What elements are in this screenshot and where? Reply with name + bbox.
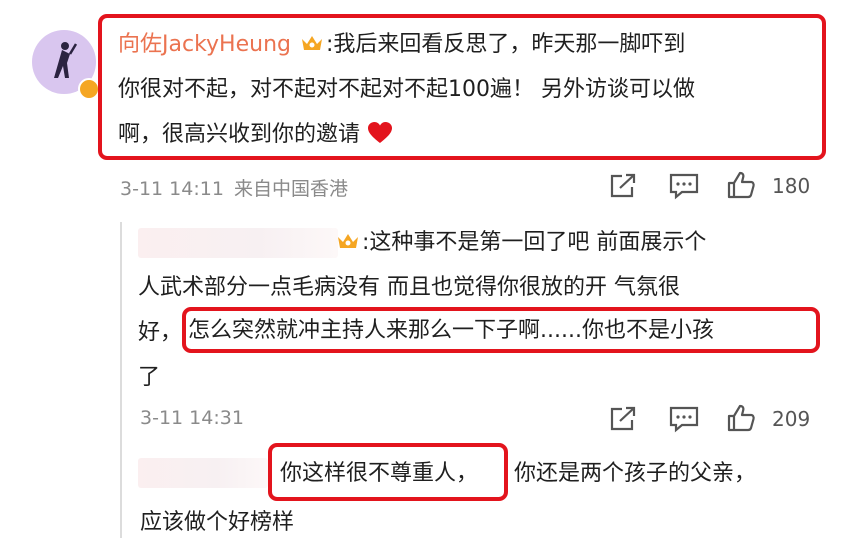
reply2-text-rest: 你还是两个孩子的父亲， — [514, 461, 757, 486]
heart-icon — [367, 116, 393, 143]
reply-time: 3-11 14:31 — [140, 407, 244, 429]
reply-text-line2: 人武术部分一点毛病没有 而且也觉得你很放的开 气氛很 — [138, 275, 680, 300]
reply-text-line1: :这种事不是第一回了吧 前面展示个 — [362, 230, 707, 255]
crown-icon — [300, 24, 324, 50]
verified-icon — [78, 78, 100, 100]
comment-icon[interactable] — [668, 172, 700, 200]
blurred-username — [138, 228, 338, 258]
comment-text-line3: 啊，很高兴收到你的邀请 — [118, 122, 361, 147]
reply-text-line4: 了 — [138, 365, 161, 390]
username-link[interactable]: 向佐JackyHeung — [118, 32, 291, 57]
comment-icon[interactable] — [668, 405, 700, 433]
share-icon[interactable] — [608, 172, 638, 200]
like-count: 209 — [772, 407, 811, 431]
like-icon[interactable] — [726, 170, 756, 200]
reply-highlight-text: 怎么突然就冲主持人来那么一下子啊......你也不是小孩 — [188, 318, 714, 343]
like-count: 180 — [772, 174, 811, 198]
comment-text-line1: :我后来回看反思了，昨天那一脚吓到 — [325, 32, 686, 57]
comment-text-line2: 你很对不起，对不起对不起对不起100遍！ 另外访谈可以做 — [118, 77, 695, 102]
crown-icon — [336, 222, 360, 248]
reply-divider — [120, 222, 122, 538]
reply2-text-line2: 应该做个好榜样 — [140, 510, 295, 535]
comment-time: 3-11 14:11 — [120, 178, 224, 200]
comment-location: 来自中国香港 — [233, 178, 348, 200]
like-icon[interactable] — [726, 403, 756, 433]
reply2-highlight-text: 你这样很不尊重人， — [280, 461, 479, 486]
share-icon[interactable] — [608, 405, 638, 433]
blurred-username — [138, 458, 268, 488]
reply-text-prefix: 好， — [138, 320, 183, 345]
